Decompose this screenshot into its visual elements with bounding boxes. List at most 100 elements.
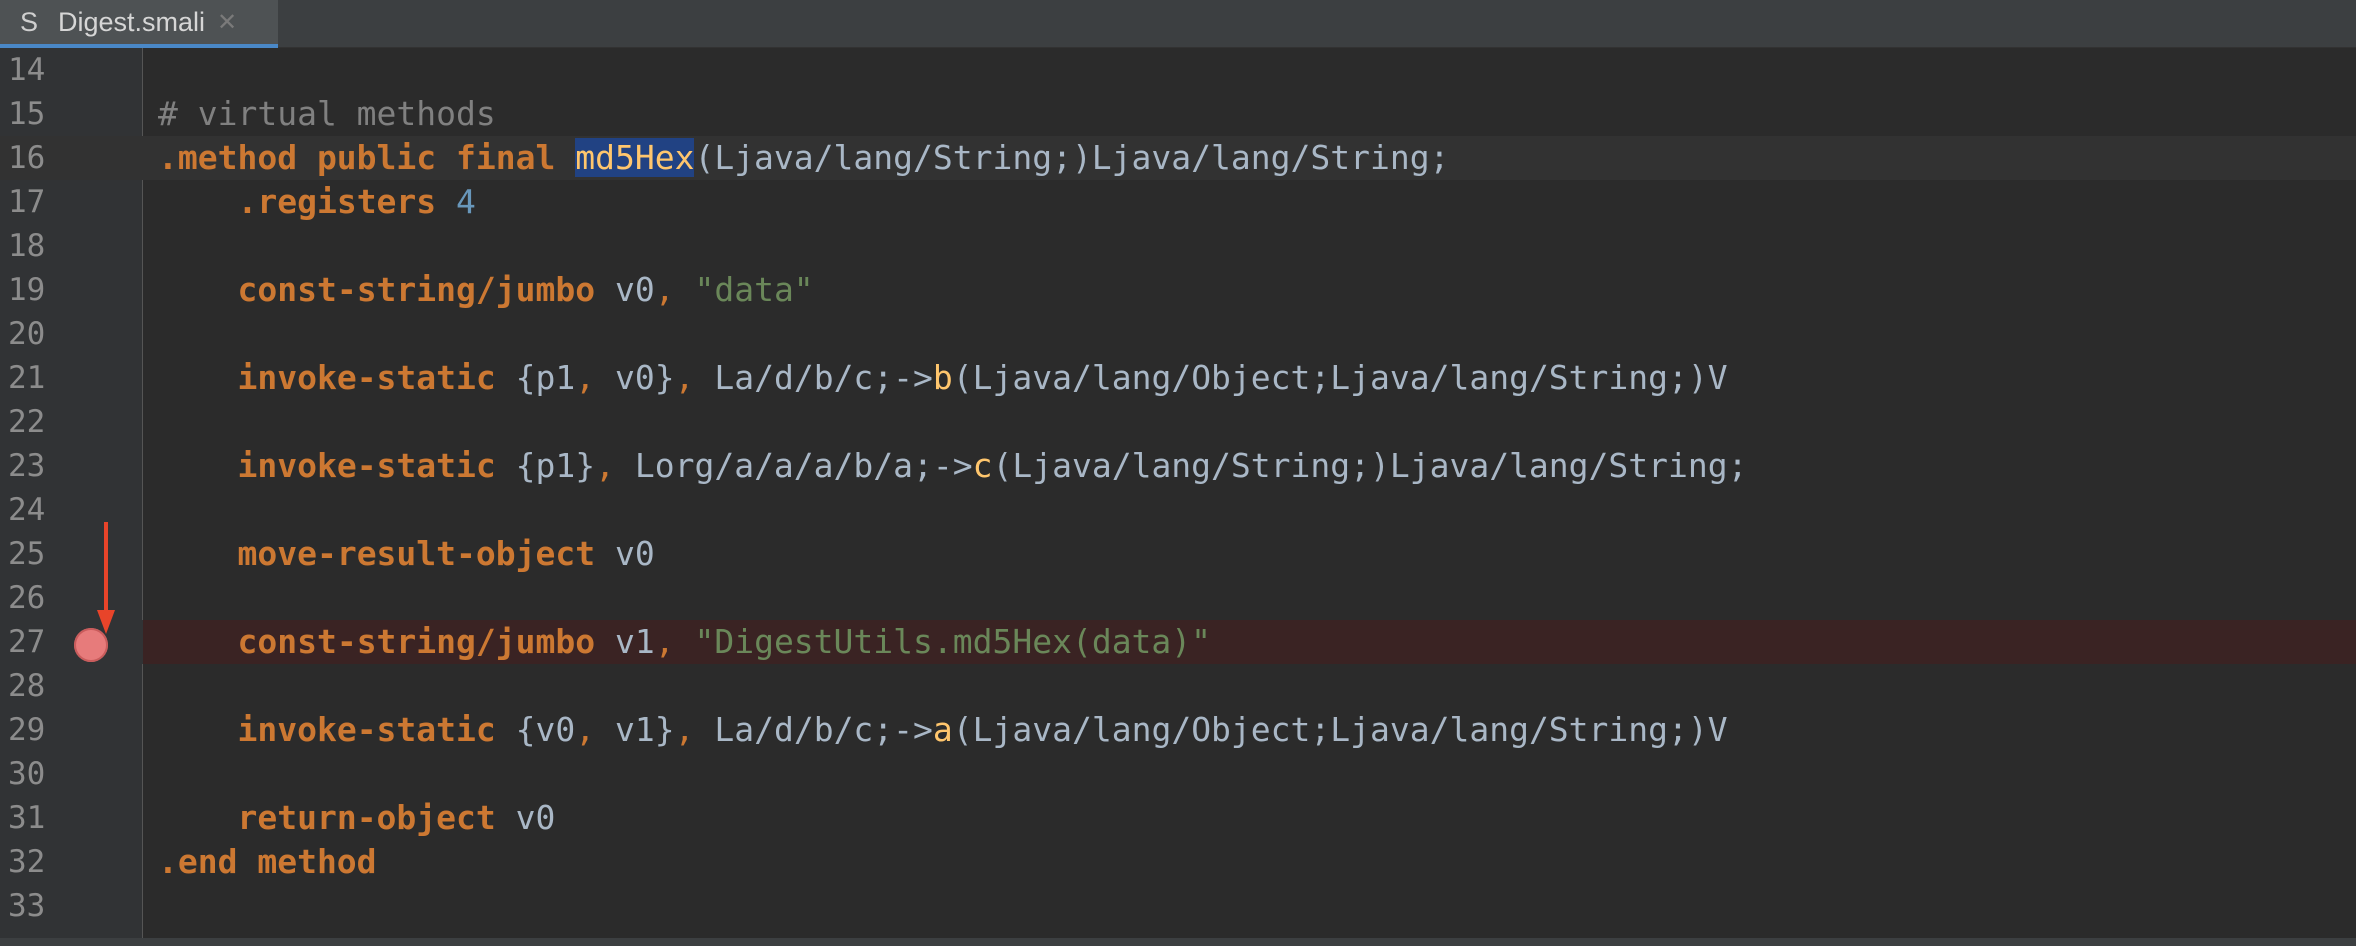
code-token: v0	[495, 798, 556, 837]
code-token: v1	[595, 622, 655, 661]
code-line[interactable]: 22	[0, 400, 2356, 444]
code-text: .end method	[158, 840, 377, 884]
code-token: "DigestUtils.md5Hex(data)"	[694, 622, 1212, 661]
line-number: 22	[8, 404, 46, 440]
code-token: invoke-static	[237, 446, 496, 485]
code-editor[interactable]: 14 15 # virtual methods 16 .method public fi…	[0, 48, 2356, 938]
code-text: return-object v0	[158, 796, 555, 840]
code-text: const-string/jumbo v0, "data"	[158, 268, 813, 312]
line-number: 21	[8, 360, 46, 396]
code-line[interactable]: 14	[0, 48, 2356, 92]
line-number: 32	[8, 844, 46, 880]
code-line[interactable]: 17 .registers 4	[0, 180, 2356, 224]
code-line[interactable]: 24	[0, 488, 2356, 532]
code-line[interactable]: 25 move-result-object v0	[0, 532, 2356, 576]
tab-label: Digest.smali	[58, 6, 206, 37]
code-text: invoke-static {p1, v0}, La/d/b/c;->b(Lja…	[158, 356, 1728, 400]
code-text: invoke-static {v0, v1}, La/d/b/c;->a(Lja…	[158, 708, 1728, 752]
smali-file-icon: S	[20, 6, 39, 37]
code-text: .method public final md5Hex(Ljava/lang/S…	[158, 136, 1449, 180]
code-line[interactable]: 15 # virtual methods	[0, 92, 2356, 136]
tab-digest-smali[interactable]: S Digest.smali ✕	[0, 0, 278, 48]
code-line[interactable]: 16 .method public final md5Hex(Ljava/lang…	[0, 136, 2356, 180]
code-text: move-result-object v0	[158, 532, 655, 576]
line-number: 19	[8, 272, 46, 308]
code-token: const-string/jumbo	[237, 622, 596, 661]
code-token: (Ljava/lang/Object;Ljava/lang/String;)V	[952, 710, 1728, 749]
line-number: 20	[8, 316, 46, 352]
code-token: .registers	[237, 182, 457, 221]
code-token: invoke-static	[237, 358, 496, 397]
code-token: ,	[575, 710, 615, 749]
code-text: const-string/jumbo v1, "DigestUtils.md5H…	[158, 620, 1211, 664]
arrow-head	[97, 610, 115, 634]
code-token: {v0	[495, 710, 576, 749]
code-token: La/d/b/c;->	[714, 358, 933, 397]
line-number: 26	[8, 580, 46, 616]
close-icon[interactable]: ✕	[217, 8, 237, 37]
code-token: b	[932, 358, 953, 397]
horizontal-scrollbar[interactable]	[0, 938, 2356, 946]
arrow-down-icon	[97, 522, 115, 634]
code-line[interactable]: 27 const-string/jumbo v1, "DigestUtils.m…	[0, 620, 2356, 664]
code-line[interactable]: 29 invoke-static {v0, v1}, La/d/b/c;->a(…	[0, 708, 2356, 752]
code-text: # virtual methods	[158, 92, 496, 136]
code-line[interactable]: 23 invoke-static {p1}, Lorg/a/a/a/b/a;->…	[0, 444, 2356, 488]
editor-tab-bar: S Digest.smali ✕	[0, 0, 2356, 48]
code-token: .end method	[158, 842, 377, 881]
code-token: ,	[674, 358, 715, 397]
code-token: return-object	[237, 798, 496, 837]
code-token: v1}	[615, 710, 675, 749]
code-line[interactable]: 28	[0, 664, 2356, 708]
line-number: 28	[8, 668, 46, 704]
code-token: La/d/b/c;->	[714, 710, 933, 749]
code-line[interactable]: 33	[0, 884, 2356, 928]
line-number: 24	[8, 492, 46, 528]
line-number: 29	[8, 712, 46, 748]
code-token: v0	[595, 534, 655, 573]
code-line[interactable]: 18	[0, 224, 2356, 268]
code-token: c	[972, 446, 993, 485]
line-number: 23	[8, 448, 46, 484]
code-token: ,	[654, 622, 695, 661]
line-number: 14	[8, 52, 46, 88]
line-number: 25	[8, 536, 46, 572]
code-token: Lorg/a/a/a/b/a;->	[634, 446, 973, 485]
code-line[interactable]: 31 return-object v0	[0, 796, 2356, 840]
code-token: .method public final	[158, 138, 576, 177]
code-line[interactable]: 20	[0, 312, 2356, 356]
code-token: v0}	[615, 358, 675, 397]
line-number: 15	[8, 96, 46, 132]
code-token: const-string/jumbo	[237, 270, 596, 309]
line-number: 17	[8, 184, 46, 220]
line-number: 27	[8, 624, 46, 660]
code-token: ,	[654, 270, 695, 309]
line-number: 30	[8, 756, 46, 792]
code-token: (Ljava/lang/String;)Ljava/lang/String;	[992, 446, 1748, 485]
code-token: a	[932, 710, 953, 749]
code-token: (Ljava/lang/Object;Ljava/lang/String;)V	[952, 358, 1728, 397]
code-text: .registers 4	[158, 180, 475, 224]
code-token: ,	[575, 358, 615, 397]
code-token: md5Hex	[575, 138, 695, 177]
code-line[interactable]: 30	[0, 752, 2356, 796]
code-line[interactable]: 32 .end method	[0, 840, 2356, 884]
code-token: {p1	[495, 358, 576, 397]
line-number: 31	[8, 800, 46, 836]
code-token: invoke-static	[237, 710, 496, 749]
code-token: v0	[595, 270, 655, 309]
code-line[interactable]: 26	[0, 576, 2356, 620]
code-line[interactable]: 21 invoke-static {p1, v0}, La/d/b/c;->b(…	[0, 356, 2356, 400]
code-token: # virtual methods	[158, 94, 496, 133]
code-token: move-result-object	[237, 534, 596, 573]
code-token: ,	[674, 710, 715, 749]
code-text: invoke-static {p1}, Lorg/a/a/a/b/a;->c(L…	[158, 444, 1747, 488]
code-line[interactable]: 19 const-string/jumbo v0, "data"	[0, 268, 2356, 312]
